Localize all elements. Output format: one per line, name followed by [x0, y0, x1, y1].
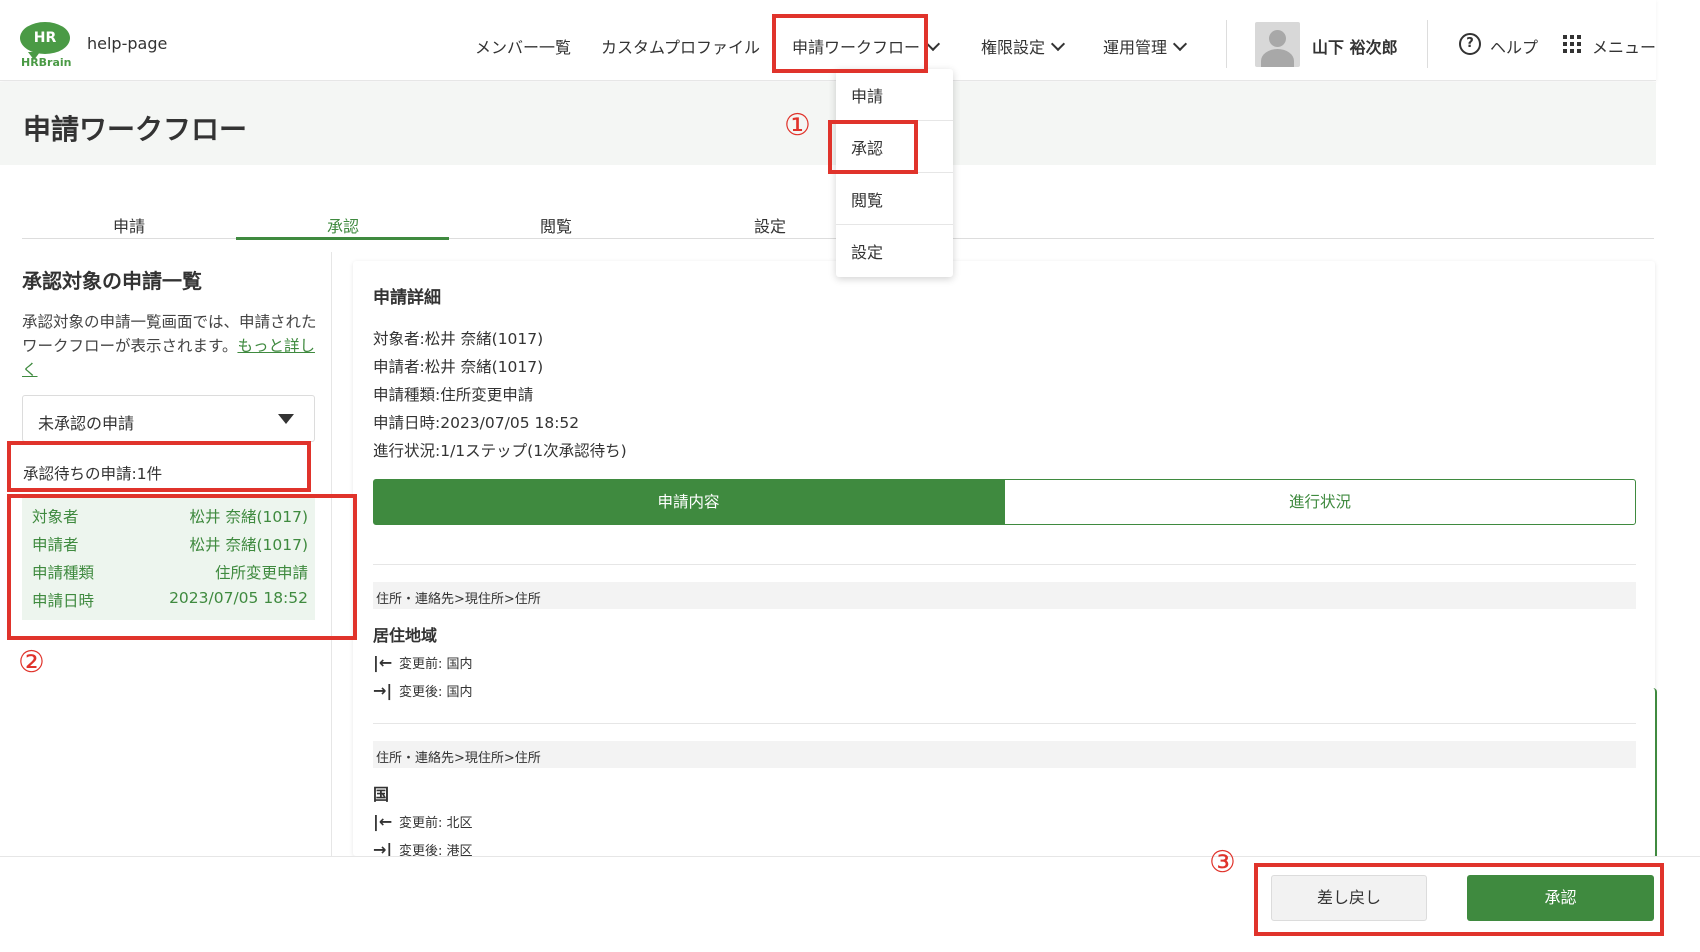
- dropdown-item-settings[interactable]: 設定: [836, 225, 953, 277]
- nav-custom-profile[interactable]: カスタムプロファイル: [601, 34, 760, 58]
- detail-panel: 申請詳細 対象者:松井 奈緒(1017) 申請者:松井 奈緒(1017) 申請種…: [353, 261, 1655, 856]
- dropdown-item-view[interactable]: 閲覧: [836, 173, 953, 225]
- arrow-left-bar-icon: |←: [373, 653, 393, 672]
- divider: [373, 723, 1636, 724]
- annotation-3: ③: [1209, 845, 1236, 880]
- detail-applicant: 申請者:松井 奈緒(1017): [373, 358, 544, 376]
- page-title: 申請ワークフロー: [23, 113, 248, 146]
- detail-title: 申請詳細: [373, 288, 441, 308]
- change-after-text: 変更後: 港区: [399, 844, 473, 856]
- highlight-dropdown-approve: [828, 120, 918, 174]
- avatar-head: [1269, 30, 1286, 47]
- nav-operations-label: 運用管理: [1103, 38, 1168, 57]
- change-field-name: 国: [373, 785, 390, 804]
- chevron-down-icon: [1172, 36, 1188, 52]
- annotation-1: ①: [784, 108, 811, 143]
- list-title: 承認対象の申請一覧: [22, 269, 202, 293]
- filter-value: 未承認の申請: [38, 414, 135, 433]
- arrow-left-bar-icon: |←: [373, 812, 393, 831]
- change-after: →| 変更後: 港区: [373, 840, 473, 856]
- active-tab-indicator: [236, 237, 449, 240]
- detail-date: 申請日時:2023/07/05 18:52: [373, 414, 580, 432]
- site-name: help-page: [87, 34, 168, 53]
- change-before-text: 変更前: 北区: [399, 816, 473, 831]
- divider: [1427, 20, 1428, 68]
- nav-permissions[interactable]: 権限設定: [981, 34, 1066, 58]
- chevron-down-icon: [925, 36, 941, 52]
- arrow-right-bar-icon: →|: [373, 840, 393, 856]
- divider: [1226, 20, 1227, 68]
- change-field-name: 居住地域: [373, 626, 438, 645]
- tab-progress-status[interactable]: 進行状況: [1004, 479, 1636, 525]
- chevron-down-icon: [1050, 36, 1066, 52]
- caret-down-icon: [278, 414, 294, 424]
- annotation-2: ②: [18, 645, 45, 680]
- highlight-request-card: [7, 494, 357, 640]
- change-after: →| 変更後: 国内: [373, 681, 473, 700]
- menu-link[interactable]: メニュー: [1592, 34, 1656, 58]
- change-after-text: 変更後: 国内: [399, 685, 473, 700]
- arrow-right-bar-icon: →|: [373, 681, 393, 700]
- user-name[interactable]: 山下 裕次郎: [1312, 34, 1398, 58]
- change-path: 住所・連絡先>現住所>住所: [373, 741, 1636, 768]
- menu-grid-icon[interactable]: [1563, 35, 1581, 53]
- list-description: 承認対象の申請一覧画面では、申請されたワークフローが表示されます。もっと詳しく: [22, 310, 317, 382]
- tab-view[interactable]: 閲覧: [449, 213, 663, 237]
- nav-operations[interactable]: 運用管理: [1103, 34, 1188, 58]
- help-link[interactable]: ヘルプ: [1490, 34, 1538, 58]
- change-before: |← 変更前: 国内: [373, 653, 473, 672]
- hrbrain-logo[interactable]: HR HRBrain: [20, 22, 72, 69]
- detail-progress: 進行状況:1/1ステップ(1次承認待ち): [373, 442, 627, 460]
- detail-type: 申請種類:住所変更申請: [373, 386, 534, 404]
- filter-select[interactable]: 未承認の申請: [22, 395, 315, 442]
- scroll-edge[interactable]: [1653, 688, 1657, 866]
- tab-apply[interactable]: 申請: [22, 213, 236, 237]
- highlight-action-buttons: [1254, 863, 1664, 936]
- help-icon[interactable]: ?: [1459, 33, 1481, 55]
- divider: [373, 564, 1636, 565]
- user-avatar[interactable]: [1255, 22, 1300, 67]
- highlight-pending-count: [7, 441, 311, 492]
- detail-target: 対象者:松井 奈緒(1017): [373, 330, 544, 348]
- logo-text: HRBrain: [21, 56, 72, 69]
- change-path: 住所・連絡先>現住所>住所: [373, 582, 1636, 609]
- nav-permissions-label: 権限設定: [981, 38, 1046, 57]
- change-before-text: 変更前: 国内: [399, 657, 473, 672]
- avatar-body: [1261, 49, 1294, 67]
- highlight-nav-workflow: [772, 14, 928, 73]
- nav-members[interactable]: メンバー一覧: [475, 34, 571, 58]
- change-before: |← 変更前: 北区: [373, 812, 473, 831]
- tab-approve[interactable]: 承認: [236, 213, 450, 237]
- logo-mark: HR: [20, 22, 70, 60]
- tab-request-content[interactable]: 申請内容: [373, 479, 1004, 525]
- dropdown-item-apply[interactable]: 申請: [836, 69, 953, 121]
